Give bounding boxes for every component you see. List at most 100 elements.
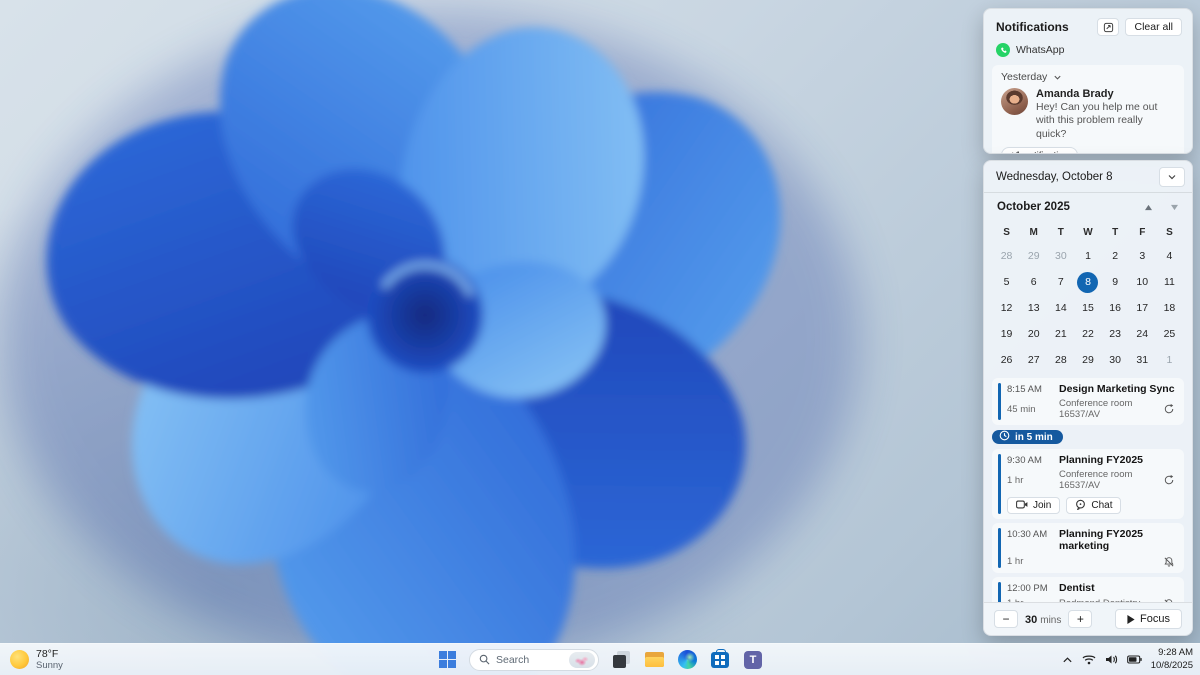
store-button[interactable] — [709, 648, 731, 671]
calendar-day[interactable]: 30 — [1102, 347, 1129, 373]
calendar-day-name: T — [1057, 226, 1064, 238]
calendar-day[interactable]: 23 — [1102, 321, 1129, 347]
chevron-down-icon[interactable] — [1053, 73, 1062, 82]
calendar-day[interactable]: 28 — [993, 243, 1020, 269]
chevron-up-icon — [1063, 656, 1072, 662]
file-explorer-button[interactable] — [643, 649, 665, 671]
task-view-button[interactable] — [610, 649, 632, 671]
calendar-month-header: October 2025 — [997, 201, 1070, 213]
start-button[interactable] — [436, 649, 458, 671]
calendar-day-selected: 8 — [1077, 271, 1099, 293]
play-icon — [1127, 614, 1135, 624]
calendar-day[interactable]: 17 — [1129, 295, 1156, 321]
calendar-day[interactable]: 30 — [1047, 243, 1074, 269]
notification-sender: Amanda Brady — [1036, 88, 1114, 100]
month-up-icon[interactable] — [1144, 204, 1153, 211]
calendar-day[interactable]: 8 — [1074, 269, 1101, 295]
calendar-day[interactable]: 29 — [1074, 347, 1101, 373]
teams-button[interactable]: T — [742, 649, 764, 671]
agenda-item-title: Planning FY2025 — [1059, 454, 1144, 466]
agenda-item[interactable]: 9:30 AM Planning FY2025 1 hr Conference roo… — [992, 449, 1184, 519]
clock-time: 9:28 AM — [1158, 647, 1193, 659]
calendar-day[interactable]: 19 — [993, 321, 1020, 347]
calendar-day[interactable]: 6 — [1020, 269, 1047, 295]
calendar-day[interactable]: 12 — [993, 295, 1020, 321]
clock[interactable]: 9:28 AM 10/8/2025 — [1151, 647, 1193, 672]
volume-button[interactable] — [1105, 654, 1118, 665]
search-box[interactable]: Search — [469, 648, 599, 671]
speaker-icon — [1105, 655, 1117, 664]
calendar-day-name: F — [1139, 226, 1146, 238]
search-icon — [479, 654, 490, 665]
collapse-calendar-button[interactable] — [1159, 166, 1185, 187]
calendar-day[interactable]: 4 — [1156, 243, 1183, 269]
meeting-reminder-pill[interactable]: in 5 min — [992, 430, 1063, 444]
clear-all-button[interactable]: Clear all — [1125, 18, 1182, 36]
weather-condition: Sunny — [36, 660, 63, 671]
calendar-day[interactable]: 28 — [1047, 347, 1074, 373]
calendar-day[interactable]: 16 — [1102, 295, 1129, 321]
focus-start-button[interactable]: Focus — [1115, 609, 1182, 629]
calendar-day-name: W — [1083, 226, 1093, 238]
notification-app-group[interactable]: WhatsApp — [984, 41, 1192, 59]
calendar-day[interactable]: 9 — [1102, 269, 1129, 295]
calendar-day[interactable]: 18 — [1156, 295, 1183, 321]
search-daily-image[interactable] — [569, 651, 595, 668]
calendar-day[interactable]: 13 — [1020, 295, 1047, 321]
calendar-day[interactable]: 11 — [1156, 269, 1183, 295]
calendar-date-header: Wednesday, October 8 — [996, 170, 1113, 183]
agenda-item-title: Planning FY2025 marketing — [1059, 528, 1144, 552]
sun-icon — [10, 650, 29, 669]
file-explorer-icon — [644, 652, 664, 667]
agenda-item-location: Conference room 16537/AV — [1059, 398, 1133, 420]
teams-icon: T — [744, 650, 762, 669]
calendar-day-name: M — [1029, 226, 1038, 238]
calendar-day[interactable]: 1 — [1156, 347, 1183, 373]
calendar-day[interactable]: 27 — [1020, 347, 1047, 373]
calendar-day[interactable]: 24 — [1129, 321, 1156, 347]
calendar-day[interactable]: 15 — [1074, 295, 1101, 321]
calendar-day[interactable]: 14 — [1047, 295, 1074, 321]
chat-button[interactable]: Chat — [1066, 497, 1122, 514]
join-button[interactable]: Join — [1007, 497, 1061, 514]
notification-group-label: Yesterday — [1001, 71, 1048, 83]
calendar-day[interactable]: 29 — [1020, 243, 1047, 269]
focus-duration-unit: mins — [1040, 615, 1062, 626]
windows-logo-icon — [438, 651, 456, 668]
agenda-list: 8:15 AM Design Marketing Sync 45 min Confer… — [984, 373, 1192, 602]
focus-plus-button[interactable]: + — [1068, 610, 1093, 628]
calendar-day[interactable]: 22 — [1074, 321, 1101, 347]
calendar-day[interactable]: 25 — [1156, 321, 1183, 347]
calendar-day[interactable]: 20 — [1020, 321, 1047, 347]
calendar-day[interactable]: 5 — [993, 269, 1020, 295]
avatar — [1001, 88, 1028, 115]
calendar-day[interactable]: 31 — [1129, 347, 1156, 373]
agenda-item-time: 9:30 AM — [1007, 455, 1042, 466]
agenda-item-time: 10:30 AM — [1007, 529, 1048, 540]
calendar-day[interactable]: 2 — [1102, 243, 1129, 269]
agenda-item[interactable]: 8:15 AM Design Marketing Sync 45 min Confer… — [992, 378, 1184, 425]
agenda-item[interactable]: 12:00 PM Dentist1 hrRedmond Dentistry — [992, 577, 1184, 602]
more-notifications-button[interactable]: +1 notification — [1001, 147, 1078, 153]
calendar-day[interactable]: 3 — [1129, 243, 1156, 269]
agenda-item-title: Dentist — [1059, 582, 1095, 594]
battery-button[interactable] — [1126, 655, 1142, 664]
calendar-grid: 28 29 30 1 2 3 4 5 6 7 8 9 10 11 12 13 14 15 16 17 18 19 20 21 2… — [984, 243, 1192, 373]
calendar-day[interactable]: 21 — [1047, 321, 1074, 347]
notification-card[interactable]: Yesterday Amanda Brady Hey! Can you help… — [992, 65, 1184, 153]
agenda-item[interactable]: 10:30 AM Planning FY2025 marketing 1 hr — [992, 523, 1184, 573]
focus-minus-button[interactable]: − — [994, 610, 1018, 628]
wifi-button[interactable] — [1082, 654, 1096, 665]
notification-settings-button[interactable] — [1097, 18, 1120, 36]
agenda-item-location: Redmond Dentistry — [1059, 598, 1163, 602]
calendar-day[interactable]: 1 — [1074, 243, 1101, 269]
calendar-day[interactable]: 7 — [1047, 269, 1074, 295]
hidden-icons-button[interactable] — [1062, 656, 1073, 664]
search-placeholder: Search — [496, 653, 530, 666]
edge-button[interactable] — [676, 649, 698, 671]
calendar-day[interactable]: 26 — [993, 347, 1020, 373]
month-down-icon[interactable] — [1170, 204, 1179, 211]
calendar-day[interactable]: 10 — [1129, 269, 1156, 295]
weather-widget[interactable]: 78°F Sunny — [10, 644, 63, 675]
chat-icon — [1075, 499, 1086, 513]
